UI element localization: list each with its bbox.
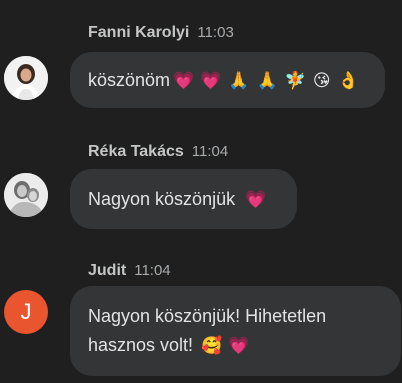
message-time: 11:04 <box>134 262 171 279</box>
message-time: 11:04 <box>191 143 229 160</box>
message-text: Nagyon köszönjük! Hihetetlen <box>88 305 327 326</box>
avatar[interactable]: J <box>4 290 48 334</box>
message-bubble[interactable]: köszönöm 💗 💗 🙏 🙏 🧚 😘 👌 <box>70 52 385 108</box>
heart-emoji-icon: 💗 <box>173 70 195 90</box>
avatar-initial: J <box>20 299 32 324</box>
sender-name[interactable]: Judit <box>88 262 126 279</box>
heart-emoji-icon: 💗 <box>200 70 222 90</box>
fairy-emoji-icon: 🧚 <box>284 70 306 90</box>
smiling-face-hearts-emoji-icon: 🥰 <box>201 335 223 355</box>
message-bubble[interactable]: Nagyon köszönjük! Hihetetlen hasznos vol… <box>70 286 401 376</box>
message-text-line: Nagyon köszönjük 💗 <box>88 169 279 229</box>
kissing-face-emoji-icon: 😘 <box>312 70 331 90</box>
avatar-photo <box>4 56 48 100</box>
ok-hand-emoji-icon: 👌 <box>337 70 359 90</box>
message-text: köszönöm <box>88 69 171 90</box>
message-time: 11:03 <box>197 24 234 41</box>
sender-name[interactable]: Fanni Karolyi <box>88 24 189 41</box>
chat-thread: Fanni Karolyi 11:03 köszönöm 💗 💗 🙏 🙏 🧚 😘 … <box>0 0 402 383</box>
heart-emoji-icon: 💗 <box>228 335 250 355</box>
message-header: Fanni Karolyi 11:03 <box>88 24 234 42</box>
message-text: hasznos volt! <box>88 334 194 355</box>
message-text-line: Nagyon köszönjük! Hihetetlen <box>88 302 383 330</box>
heart-emoji-icon: 💗 <box>245 189 267 209</box>
avatar-photo <box>4 173 48 217</box>
folded-hands-emoji-icon: 🙏 <box>256 70 278 90</box>
folded-hands-emoji-icon: 🙏 <box>228 70 250 90</box>
avatar[interactable] <box>4 56 48 100</box>
message-text: Nagyon köszönjük <box>88 188 236 209</box>
sender-name[interactable]: Réka Takács <box>88 143 184 160</box>
avatar[interactable] <box>4 173 48 217</box>
message-header: Réka Takács 11:04 <box>88 143 228 161</box>
message-header: Judit 11:04 <box>88 262 171 280</box>
message-text-line: köszönöm 💗 💗 🙏 🙏 🧚 😘 👌 <box>88 52 367 108</box>
message-bubble[interactable]: Nagyon köszönjük 💗 <box>70 169 297 229</box>
message-text-line: hasznos volt! 🥰 💗 <box>88 330 383 360</box>
